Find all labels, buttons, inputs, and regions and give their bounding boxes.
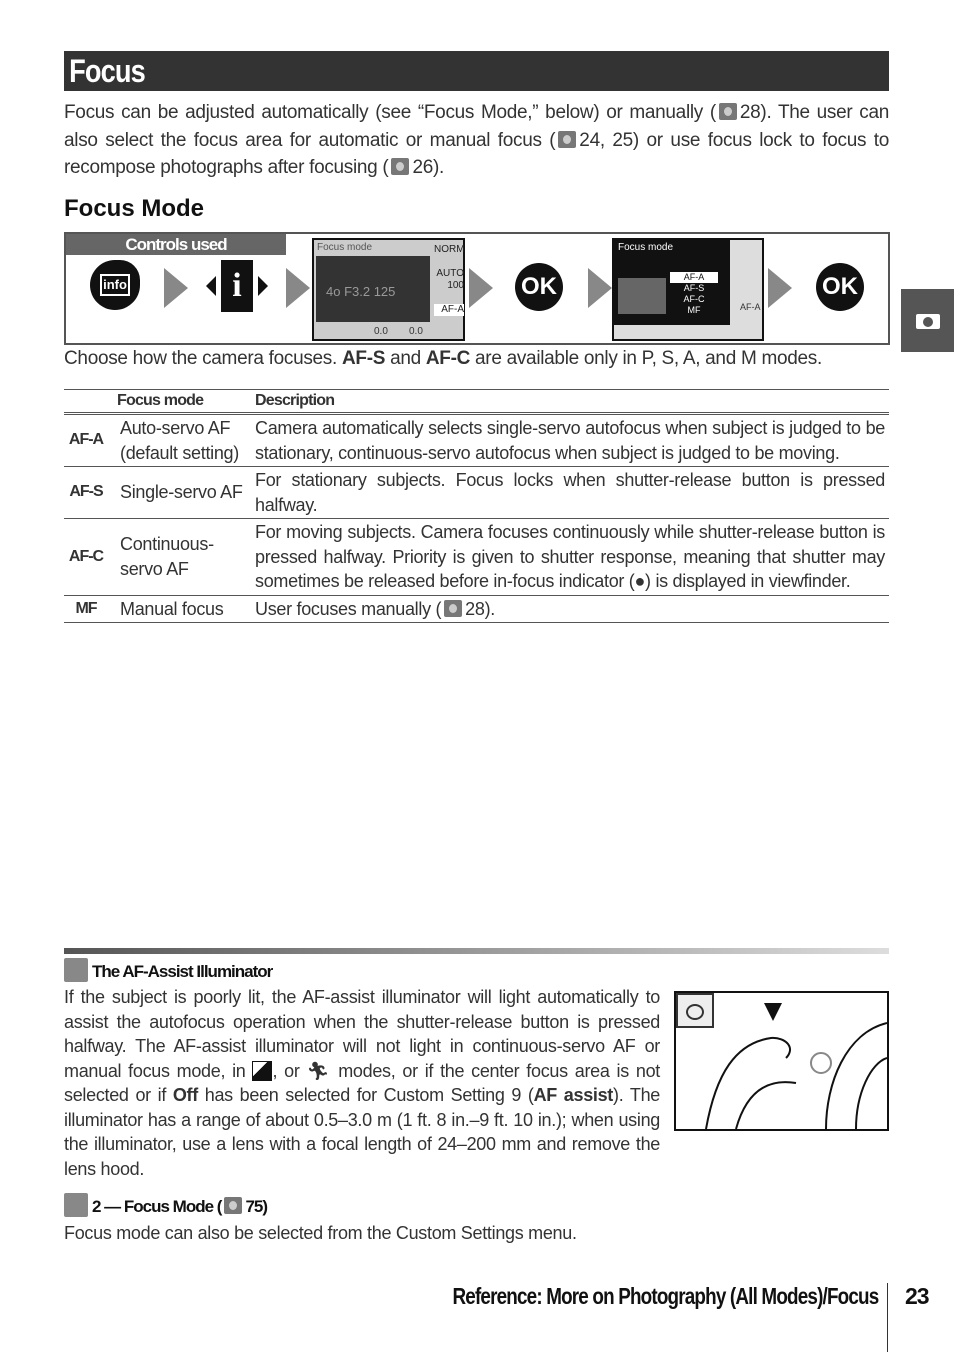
- note-title: The AF-Assist Illuminator: [92, 962, 273, 981]
- camera-screen-focus-menu: Focus mode AF-A AF-S AF-C MF AF-A: [612, 238, 764, 341]
- note-text: has been selected for Custom Setting 9 (: [197, 1085, 534, 1105]
- screen-quality: NORM: [434, 244, 465, 255]
- arrow-icon: [588, 268, 612, 308]
- mode-description: Camera automatically selects single-serv…: [255, 413, 889, 467]
- page-number: 23: [905, 1283, 930, 1310]
- page-number-text: 23: [905, 1283, 930, 1309]
- info-button-icon: info: [90, 260, 140, 310]
- mode-description: For stationary subjects. Focus locks whe…: [255, 466, 889, 519]
- caption-bold: AF-S: [341, 348, 386, 369]
- mode-code: AF-A: [64, 413, 112, 467]
- note2-title: 2 — Focus Mode (: [92, 1197, 222, 1216]
- note2-title-ref: 75): [245, 1197, 268, 1216]
- controls-label: Controls used: [66, 234, 286, 255]
- sports-mode-icon: 🏃︎: [306, 1060, 332, 1081]
- footer-text: Reference: More on Photography (All Mode…: [452, 1283, 879, 1309]
- arrow-icon: [164, 268, 188, 308]
- book-reference-icon: [558, 130, 577, 148]
- menu-option[interactable]: AF-A: [670, 272, 718, 283]
- caption-text: are available only in: [470, 348, 642, 369]
- desc-text: User focuses manually (: [255, 598, 442, 619]
- page-title: Focus: [69, 53, 146, 89]
- ok-button-icon: OK: [515, 263, 563, 311]
- camera-icon: [916, 314, 940, 329]
- caption-modes: P, S, A, and M modes.: [641, 348, 823, 369]
- footer-divider: [887, 1283, 888, 1352]
- screen-title: Focus mode: [317, 242, 373, 253]
- screen-exp-comp: 0.0: [374, 326, 388, 337]
- caption-text: Choose how the camera focuses.: [64, 348, 342, 369]
- mode-description: For moving subjects. Camera focuses cont…: [255, 518, 889, 596]
- note2-body: Focus mode can also be selected from the…: [64, 1223, 577, 1243]
- hand-on-camera-drawing: [705, 1022, 887, 1129]
- table-row: AF-S Single-servo AF For stationary subjec…: [64, 466, 889, 519]
- screen-iso: 100: [447, 280, 464, 291]
- screen-flash-comp: 0.0: [409, 326, 423, 337]
- table-row: AF-A Auto-servo AF (default setting) Camer…: [64, 413, 889, 467]
- col-header-description: Description: [255, 390, 889, 415]
- book-reference-icon: [224, 1197, 243, 1214]
- info-edit-button-icon: i: [206, 260, 268, 312]
- shutter-illustration: [674, 991, 889, 1131]
- camera-screen-info: Focus mode 4o F3.2 125 NORM AUTO 100 AF-…: [312, 238, 465, 341]
- book-reference-icon: [391, 158, 410, 175]
- footer-breadcrumb: Reference: More on Photography (All Mode…: [359, 1283, 879, 1310]
- book-reference-icon: [444, 599, 463, 617]
- arrow-icon: [286, 268, 310, 308]
- intro-text-4: 26).: [412, 157, 445, 178]
- menu-option[interactable]: AF-S: [670, 283, 718, 294]
- caption: Choose how the camera focuses. AF-S and …: [64, 348, 822, 370]
- mode-description: User focuses manually ( 28).: [255, 595, 889, 623]
- note-heading: The AF-Assist Illuminator: [64, 958, 273, 982]
- note-bold: AF assist: [533, 1085, 614, 1105]
- title-bar: Focus: [64, 51, 889, 91]
- mode-name: Continuous-servo AF: [112, 518, 255, 596]
- col-header-mode: Focus mode: [64, 390, 255, 415]
- menu-option[interactable]: AF-C: [670, 294, 718, 305]
- book-reference-icon: [718, 103, 737, 120]
- note-divider: [64, 948, 889, 954]
- landscape-mode-icon: [252, 1060, 273, 1081]
- arrow-icon: [469, 268, 493, 308]
- mode-code: MF: [64, 595, 112, 623]
- controls-label-text: Controls used: [125, 235, 227, 254]
- table-row: MF Manual focus User focuses manually ( 28)…: [64, 595, 889, 623]
- mode-name: Single-servo AF: [112, 466, 255, 519]
- pencil-note-icon: [64, 1193, 88, 1217]
- camera-section-tab[interactable]: [901, 289, 954, 352]
- controls-used-panel: Controls used info i Focus mode 4o F3.2 …: [64, 232, 890, 345]
- screen-focus-mode: AF-A: [434, 304, 464, 316]
- ok-button-icon: OK: [816, 263, 864, 311]
- intro-paragraph: Focus can be adjusted automatically (see…: [64, 99, 889, 182]
- arrow-icon: [768, 268, 792, 308]
- mode-code: AF-S: [64, 466, 112, 519]
- screen-title: Focus mode: [618, 242, 674, 253]
- note-body: If the subject is poorly lit, the AF-ass…: [64, 985, 660, 1181]
- desc-text: 28).: [465, 598, 495, 619]
- screen-focus-mode: AF-A: [740, 302, 761, 312]
- mode-name: Auto-servo AF (default setting): [112, 413, 255, 467]
- intro-text-1: Focus can be adjusted automatically (see…: [64, 102, 716, 123]
- mode-code: AF-C: [64, 518, 112, 596]
- menu-option[interactable]: MF: [670, 305, 718, 316]
- caption-text: and: [385, 348, 426, 369]
- note-text: , or: [272, 1060, 307, 1081]
- caption-bold: AF-C: [425, 348, 471, 369]
- screen-wb: AUTO: [436, 268, 464, 279]
- note-bold: Off: [172, 1085, 198, 1105]
- section-heading: Focus Mode: [64, 195, 205, 222]
- magnifier-tip-icon: [64, 958, 88, 982]
- mode-name: Manual focus: [112, 595, 255, 623]
- screen-readout: 4o F3.2 125: [326, 284, 396, 299]
- focus-mode-table: Focus mode Description AF-A Auto-servo AF …: [64, 389, 889, 623]
- note2-heading: 2 — Focus Mode ( 75): [64, 1193, 268, 1217]
- table-row: AF-C Continuous-servo AF For moving subjec…: [64, 518, 889, 596]
